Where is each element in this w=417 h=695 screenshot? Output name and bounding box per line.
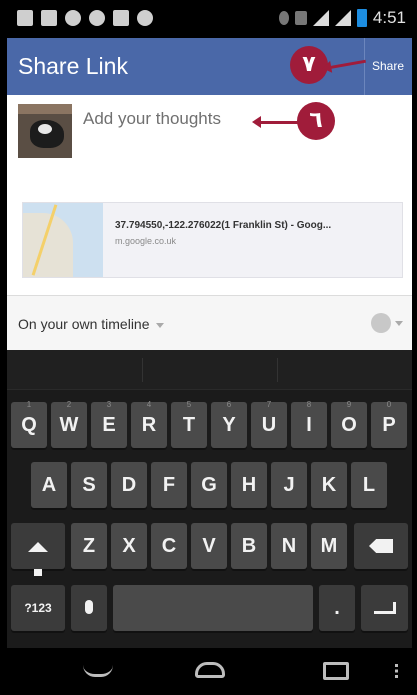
key-p[interactable]: 0P bbox=[371, 400, 407, 448]
key-hint: 6 bbox=[226, 400, 232, 409]
action-bar: Share Link Share bbox=[7, 38, 412, 95]
key-hint: 0 bbox=[386, 400, 392, 409]
check-icon bbox=[89, 10, 105, 26]
home-icon[interactable] bbox=[195, 662, 225, 678]
key-o[interactable]: 9O bbox=[331, 400, 367, 448]
key-x[interactable]: X bbox=[111, 523, 147, 569]
symbols-key[interactable]: ?123 bbox=[11, 585, 65, 631]
back-icon[interactable] bbox=[83, 665, 113, 677]
key-q[interactable]: 1Q bbox=[11, 400, 47, 448]
menu-icon[interactable] bbox=[395, 664, 398, 678]
key-z[interactable]: Z bbox=[71, 523, 107, 569]
key-i[interactable]: 8I bbox=[291, 400, 327, 448]
link-preview-card[interactable]: 37.794550,-122.276022(1 Franklin St) - G… bbox=[22, 202, 403, 278]
audience-selector[interactable]: On your own timeline bbox=[7, 295, 412, 350]
phone-screen: 4:51 Share Link Share Add your thoughts … bbox=[7, 0, 412, 695]
key-hint: 4 bbox=[146, 400, 152, 409]
key-hint: 8 bbox=[306, 400, 312, 409]
download-icon bbox=[41, 10, 57, 26]
key-m[interactable]: M bbox=[311, 523, 347, 569]
callout-thoughts: ٦ bbox=[297, 102, 335, 140]
enter-icon bbox=[373, 602, 396, 614]
backspace-icon bbox=[369, 539, 393, 553]
key-hint: 2 bbox=[66, 400, 72, 409]
period-key[interactable]: . bbox=[319, 585, 355, 631]
key-hint: 9 bbox=[346, 400, 352, 409]
notification-icons bbox=[17, 10, 153, 26]
shift-icon bbox=[28, 542, 48, 552]
thoughts-input[interactable]: Add your thoughts bbox=[83, 109, 221, 129]
space-key[interactable] bbox=[113, 585, 313, 631]
key-n[interactable]: N bbox=[271, 523, 307, 569]
key-s[interactable]: S bbox=[71, 462, 107, 508]
key-d[interactable]: D bbox=[111, 462, 147, 508]
avatar bbox=[18, 104, 72, 158]
rotate-icon bbox=[294, 11, 307, 25]
key-y[interactable]: 6Y bbox=[211, 400, 247, 448]
enter-key[interactable] bbox=[361, 585, 408, 631]
status-time: 4:51 bbox=[372, 8, 406, 27]
key-h[interactable]: H bbox=[231, 462, 267, 508]
bluetooth-icon bbox=[278, 11, 289, 25]
notification-icon bbox=[17, 10, 33, 26]
composer: Add your thoughts 37.794550,-122.276022(… bbox=[7, 95, 412, 295]
key-f[interactable]: F bbox=[151, 462, 187, 508]
key-hint: 1 bbox=[26, 400, 32, 409]
page-title: Share Link bbox=[18, 53, 128, 79]
game-icon bbox=[137, 10, 153, 26]
key-l[interactable]: L bbox=[351, 462, 387, 508]
key-w[interactable]: 2W bbox=[51, 400, 87, 448]
key-b[interactable]: B bbox=[231, 523, 267, 569]
image-icon bbox=[113, 10, 129, 26]
signal-icon bbox=[334, 10, 351, 26]
link-domain: m.google.co.uk bbox=[115, 236, 177, 246]
key-v[interactable]: V bbox=[191, 523, 227, 569]
wifi-icon bbox=[312, 10, 329, 26]
key-j[interactable]: J bbox=[271, 462, 307, 508]
key-k[interactable]: K bbox=[311, 462, 347, 508]
shift-key[interactable] bbox=[11, 523, 65, 576]
key-hint: 7 bbox=[266, 400, 272, 409]
mic-icon bbox=[85, 600, 93, 614]
chat-icon bbox=[65, 10, 81, 26]
chevron-down-icon bbox=[155, 322, 164, 328]
link-title: 37.794550,-122.276022(1 Franklin St) - G… bbox=[115, 220, 332, 231]
suggestion-strip bbox=[7, 350, 412, 390]
key-u[interactable]: 7U bbox=[251, 400, 287, 448]
globe-icon[interactable] bbox=[371, 313, 403, 333]
keyboard: 1 Q 2 W 3 E 4 R 5 T 6 Y 7 U 8 I 9 O 0 P A S D F G H J K L Z X C V B N M ?123… bbox=[7, 350, 412, 648]
audience-label: On your own timeline bbox=[18, 316, 164, 332]
key-c[interactable]: C bbox=[151, 523, 187, 569]
key-t[interactable]: 5T bbox=[171, 400, 207, 448]
navigation-bar bbox=[7, 648, 412, 695]
backspace-key[interactable] bbox=[354, 523, 408, 569]
status-bar: 4:51 bbox=[7, 0, 412, 38]
key-r[interactable]: 4R bbox=[131, 400, 167, 448]
key-hint: 3 bbox=[106, 400, 112, 409]
key-a[interactable]: A bbox=[31, 462, 67, 508]
map-thumbnail bbox=[23, 203, 103, 277]
battery-icon bbox=[356, 9, 367, 27]
recent-apps-icon[interactable] bbox=[323, 662, 349, 680]
callout-thoughts-arrow bbox=[252, 116, 298, 128]
key-g[interactable]: G bbox=[191, 462, 227, 508]
key-e[interactable]: 3E bbox=[91, 400, 127, 448]
system-icons: 4:51 bbox=[278, 8, 406, 28]
mic-key[interactable] bbox=[71, 585, 107, 631]
key-hint: 5 bbox=[186, 400, 192, 409]
action-divider bbox=[364, 38, 365, 95]
share-button[interactable]: Share bbox=[372, 59, 404, 73]
